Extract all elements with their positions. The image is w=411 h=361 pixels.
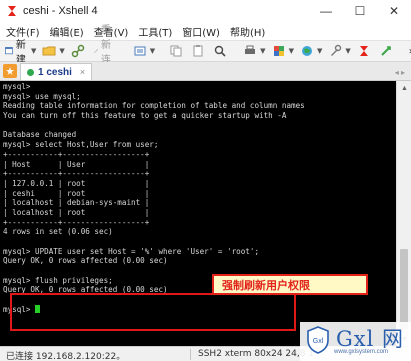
window-title: ceshi - Xshell 4 [23, 5, 98, 17]
terminal-line: You can turn off this feature to get a q… [3, 111, 287, 121]
tools-button[interactable]: ▼ [328, 44, 351, 58]
terminal-info: SSH2 xterm 80x24 24,8 1 [198, 349, 315, 359]
tools-icon [331, 44, 342, 56]
properties-button[interactable]: ▼ [133, 44, 155, 58]
chevron-down-icon: ▼ [31, 47, 37, 55]
properties-icon [134, 46, 146, 56]
terminal-line: Database changed [3, 130, 77, 140]
chevron-down-icon: ▼ [345, 47, 351, 55]
terminal-line: 4 rows in set (0.06 sec) [3, 227, 113, 237]
menu-window[interactable]: 窗口(W) [182, 24, 220, 39]
tab-label: 1 ceshi [38, 66, 72, 78]
search-icon [214, 45, 226, 57]
session-tab-bar: 1 ceshi × ◂ ▸ [0, 62, 411, 81]
minimize-button[interactable]: — [309, 0, 343, 22]
window-controls: — ☐ ✕ [309, 0, 411, 22]
connection-status: 已连接 192.168.2.120:22。 [6, 352, 126, 361]
chevron-down-icon: ▼ [288, 47, 294, 55]
terminal-scrollbar[interactable]: ▲ ▼ [396, 81, 411, 346]
scroll-up-arrow-icon[interactable]: ▲ [397, 81, 411, 95]
connect-button[interactable] [71, 44, 87, 58]
terminal-line: | localhost | root | [3, 207, 150, 217]
color-scheme-button[interactable]: ▼ [272, 44, 294, 58]
globe-button[interactable]: ▼ [300, 44, 322, 58]
xshell-logo-icon [359, 46, 368, 56]
svg-text:Gxl: Gxl [313, 338, 324, 345]
find-button[interactable] [213, 44, 229, 58]
terminal-line: mysql> select Host,User from user; [3, 140, 159, 150]
terminal-line: | Host | User | [3, 159, 150, 169]
script-button[interactable] [379, 44, 395, 58]
terminal-line: | ceshi | root | [3, 188, 150, 198]
print-icon [245, 45, 256, 54]
session-manager-pin-icon[interactable] [3, 64, 17, 78]
terminal-line: Query OK, 0 rows affected (0.00 sec) [3, 256, 168, 266]
title-bar: ceshi - Xshell 4 — ☐ ✕ [0, 0, 411, 22]
menu-help[interactable]: 帮助(H) [230, 24, 265, 39]
tab-close-icon[interactable]: × [80, 67, 85, 77]
globe-icon [301, 46, 312, 56]
watermark: Gxl Gxl 网 www.gxlsystem.com [300, 322, 411, 361]
copy-icon [170, 45, 182, 57]
reconnect-icon [93, 48, 98, 54]
pin-icon [6, 67, 14, 75]
menu-tools[interactable]: 工具(T) [138, 24, 172, 39]
chevron-down-icon: ▼ [316, 47, 323, 55]
status-divider [190, 349, 191, 360]
open-folder-button[interactable]: ▼ [42, 44, 65, 58]
paste-icon [193, 45, 203, 57]
toolbar: 新建 ▼ ▼ 重新连接 ▼ ▼ ▼ ▼ ▼ [0, 25, 411, 81]
terminal-line: mysql> use mysql; [3, 91, 81, 101]
color-scheme-icon [273, 46, 284, 56]
terminal-line: | 127.0.0.1 | root | [3, 178, 150, 188]
menu-edit[interactable]: 编辑(E) [50, 24, 84, 39]
tab-ceshi[interactable]: 1 ceshi × [20, 63, 93, 80]
xshell-logo-icon [8, 6, 16, 16]
copy-button[interactable] [169, 44, 185, 58]
terminal-line: +-----------+------------------+ [3, 149, 150, 159]
terminal-line: +-----------+------------------+ [3, 169, 150, 179]
flush-privileges-highlight [10, 293, 296, 331]
chevron-down-icon: ▼ [260, 47, 266, 55]
terminal-line: mysql> [3, 82, 31, 91]
menu-bar: 文件(F) 编辑(E) 查看(V) 工具(T) 窗口(W) 帮助(H) [0, 22, 411, 40]
maximize-button[interactable]: ☐ [343, 0, 377, 22]
annotation-callout: 强制刷新用户权限 [212, 274, 368, 295]
close-button[interactable]: ✕ [377, 0, 411, 22]
tab-scroll-arrows[interactable]: ◂ ▸ [395, 68, 405, 77]
scrollbar-thumb[interactable] [400, 249, 408, 329]
paste-button[interactable] [191, 44, 207, 58]
watermark-url: www.gxlsystem.com [334, 349, 389, 355]
new-session-icon [5, 47, 13, 55]
terminal-line: mysql> UPDATE user set Host = '%' where … [3, 246, 260, 256]
chevron-down-icon: ▼ [59, 47, 65, 55]
terminal-line: | localhost | debian-sys-maint | [3, 198, 150, 208]
folder-icon [42, 46, 56, 56]
chevron-down-icon: ▼ [149, 47, 156, 55]
terminal-line: Reading table information for completion… [3, 101, 305, 111]
xshell-button[interactable] [357, 44, 373, 58]
script-icon [381, 46, 391, 56]
link-icon [71, 44, 85, 58]
shield-logo-icon: Gxl [307, 326, 329, 354]
terminal-line: +-----------+------------------+ [3, 217, 150, 227]
connected-status-icon [27, 68, 34, 76]
print-button[interactable]: ▼ [243, 44, 266, 58]
